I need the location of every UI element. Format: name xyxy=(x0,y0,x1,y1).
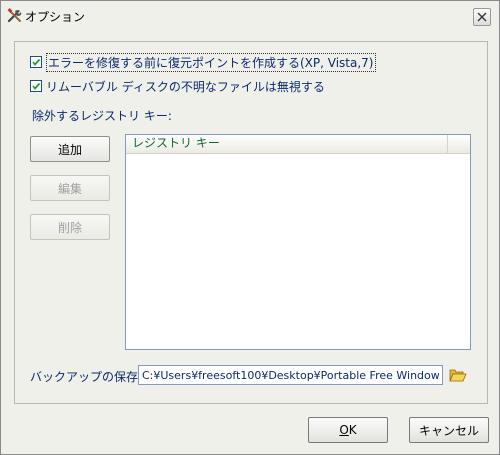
close-button[interactable] xyxy=(473,8,491,26)
restore-point-label: エラーを修復する前に復元ポイントを作成する(XP, Vista,7) xyxy=(46,52,376,72)
ok-label-rest: K xyxy=(348,423,357,437)
checkmark-icon xyxy=(32,82,41,90)
exclude-keys-label: 除外するレジストリ キー: xyxy=(32,109,172,123)
close-icon xyxy=(477,12,487,22)
tools-icon xyxy=(7,8,23,24)
registry-key-column-header[interactable]: レジストリ キー xyxy=(126,135,448,153)
backup-path-input[interactable] xyxy=(138,365,443,385)
title-bar: オプション xyxy=(1,1,499,31)
dialog-title: オプション xyxy=(25,10,86,24)
ok-button[interactable]: OK xyxy=(308,417,388,443)
list-header: レジストリ キー xyxy=(126,135,470,154)
registry-key-list[interactable]: レジストリ キー xyxy=(125,134,471,350)
cancel-button[interactable]: キャンセル xyxy=(409,417,489,443)
ignore-removable-checkbox[interactable] xyxy=(30,80,42,92)
add-button[interactable]: 追加 xyxy=(30,136,110,162)
ignore-removable-label: リムーバブル ディスクの不明なファイルは無視する xyxy=(46,79,325,94)
checkmark-icon xyxy=(32,58,41,66)
backup-location-label: バックアップの保存先: xyxy=(30,370,155,384)
restore-point-checkbox[interactable] xyxy=(30,56,42,68)
options-dialog: オプション エラーを修復する前に復元ポイントを作成する(XP, Vista,7)… xyxy=(0,0,500,455)
folder-open-icon[interactable] xyxy=(449,367,467,383)
ignore-removable-option[interactable]: リムーバブル ディスクの不明なファイルは無視する xyxy=(30,78,325,94)
edit-button[interactable]: 編集 xyxy=(30,175,110,201)
ok-mnemonic: O xyxy=(339,423,349,437)
delete-button[interactable]: 削除 xyxy=(30,214,110,240)
restore-point-option[interactable]: エラーを修復する前に復元ポイントを作成する(XP, Vista,7) xyxy=(30,52,376,72)
